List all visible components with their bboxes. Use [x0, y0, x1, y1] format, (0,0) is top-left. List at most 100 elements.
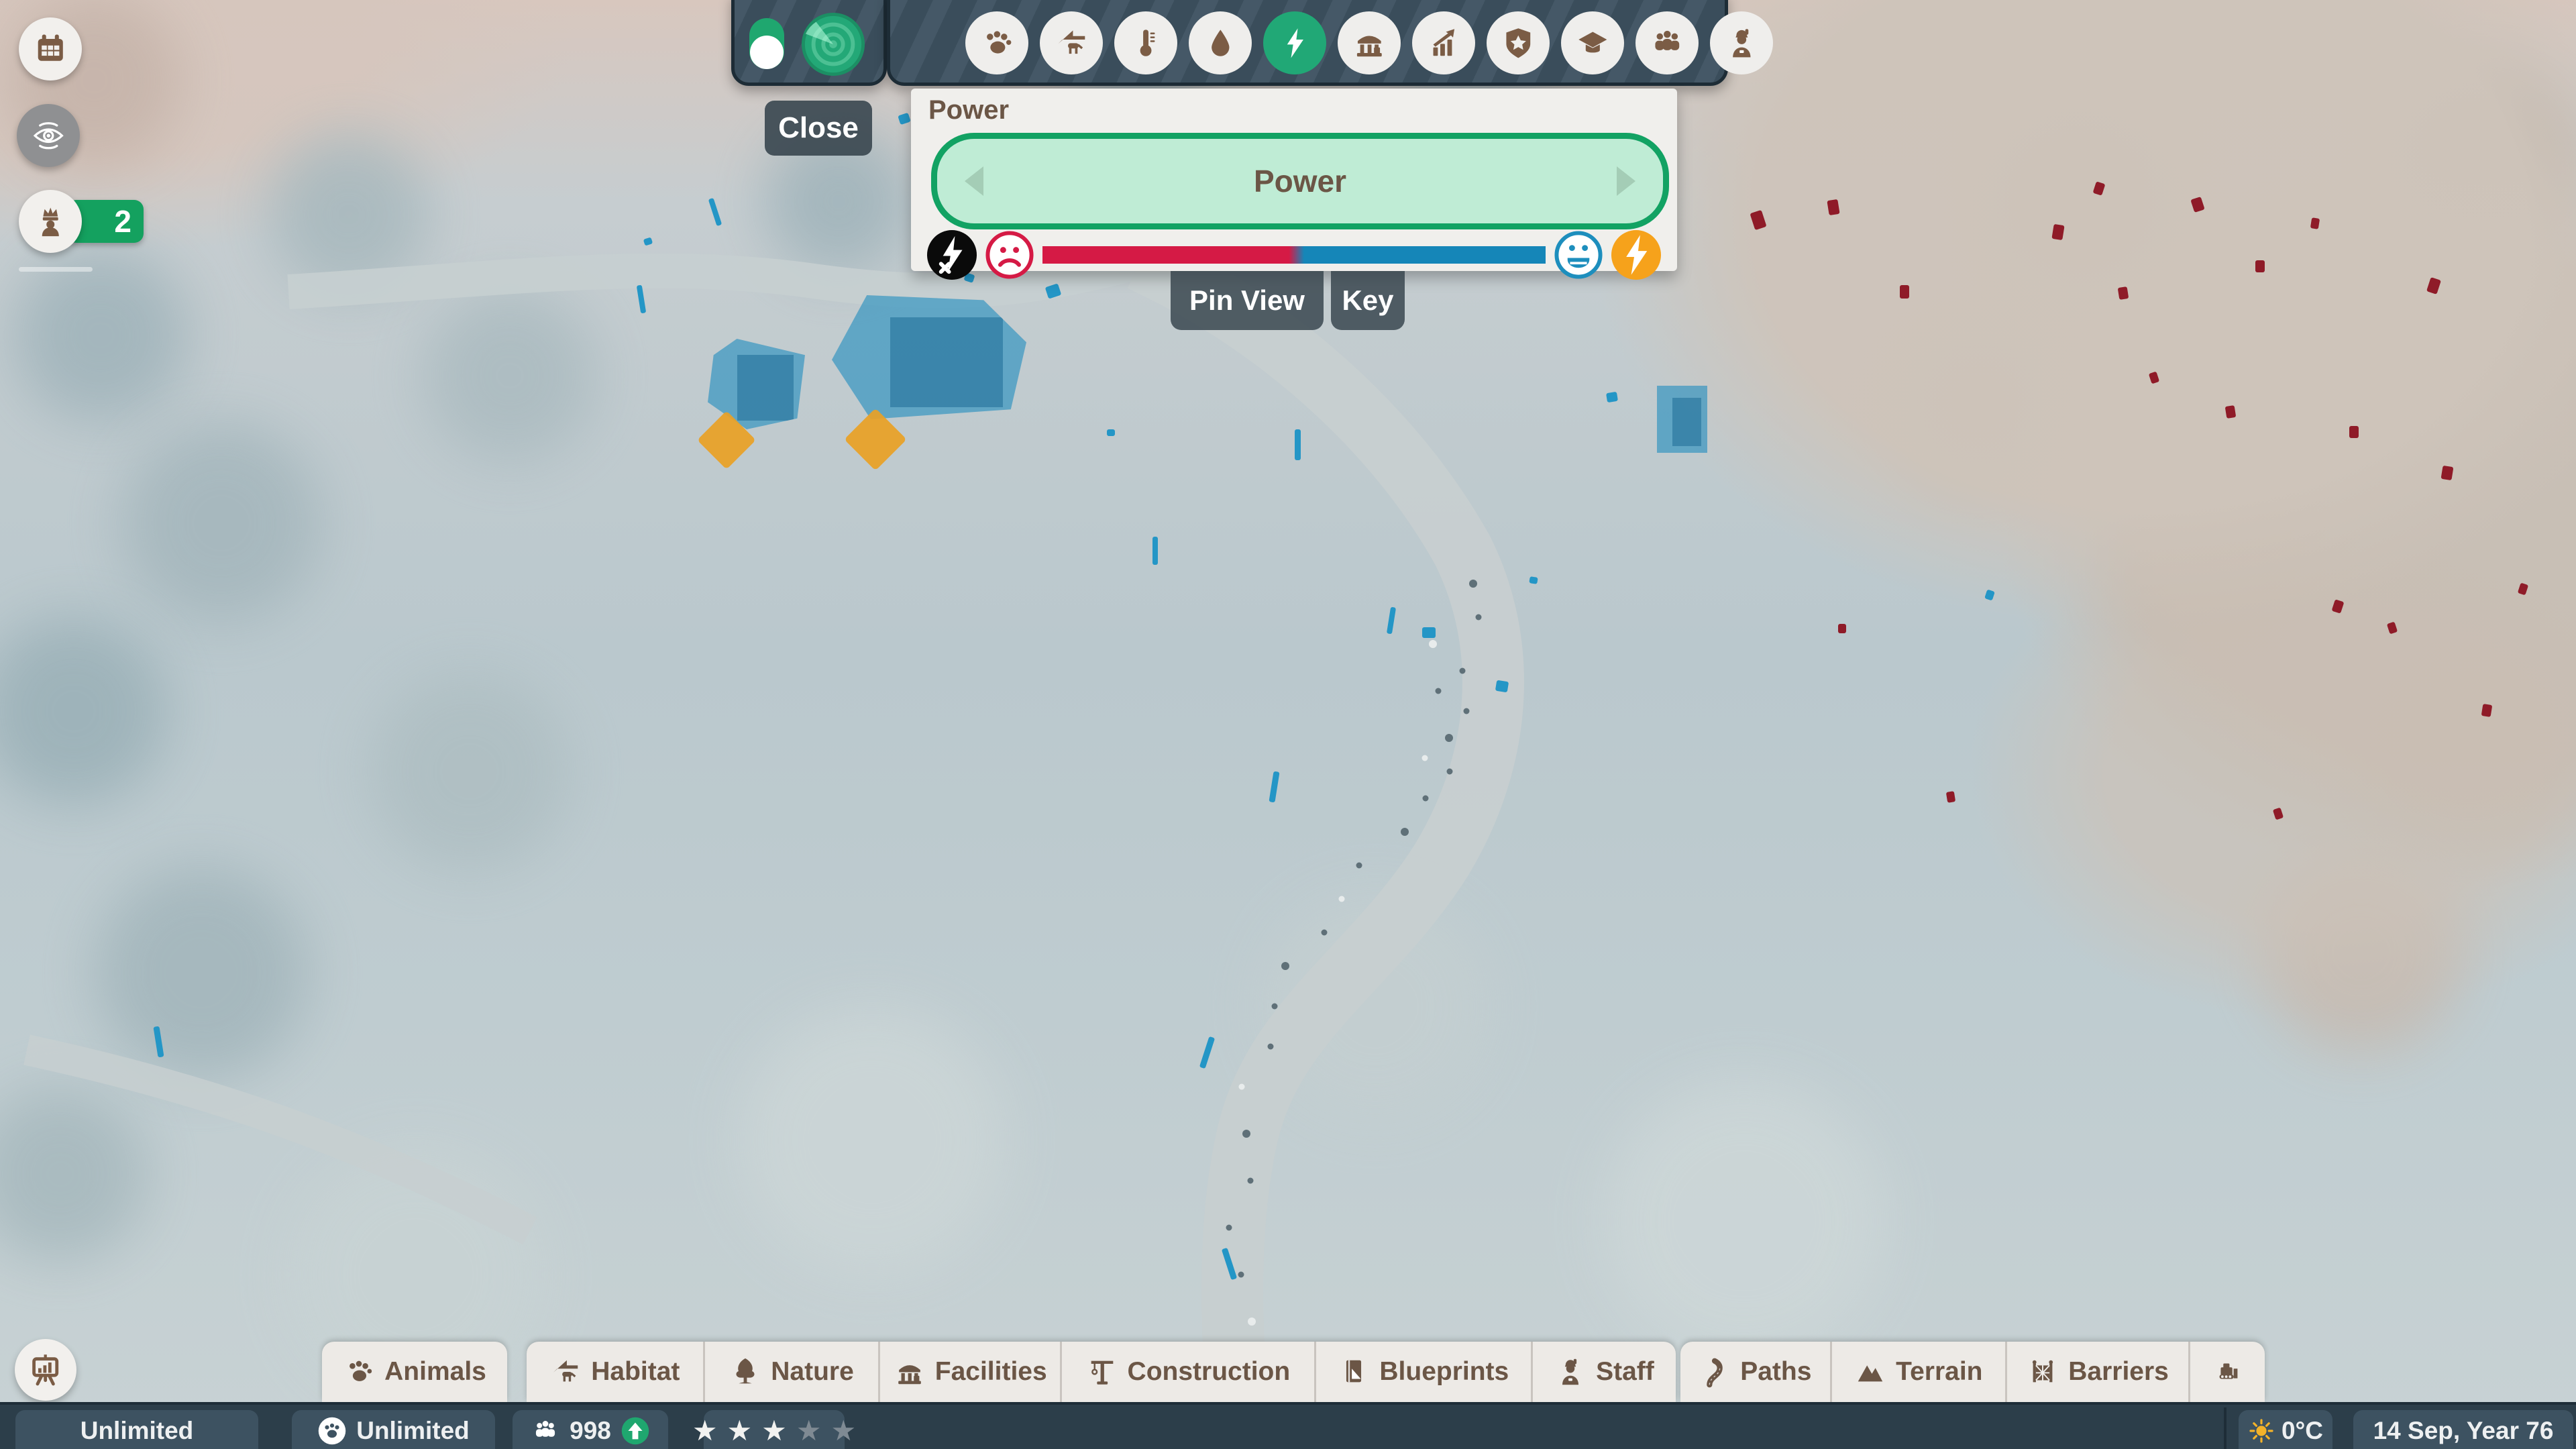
unpowered-object-marker [2310, 217, 2320, 229]
sun-icon [2248, 1417, 2275, 1444]
key-button[interactable]: Key [1331, 271, 1405, 330]
heatmap-toggle-panel [731, 0, 887, 86]
tab-label: Blueprints [1379, 1357, 1509, 1387]
selector-prev-button[interactable] [937, 139, 1011, 223]
radar-icon [800, 11, 866, 77]
water-heatmap-button[interactable] [1189, 11, 1252, 74]
powered-object-marker [1295, 429, 1301, 460]
tab-paths[interactable]: Paths [1680, 1342, 1830, 1402]
tab-terrain[interactable]: Terrain [1830, 1342, 2005, 1402]
unhappy-face-icon [985, 230, 1034, 280]
money-tile[interactable]: Unlimited [15, 1410, 258, 1449]
tab-label: Nature [771, 1357, 854, 1387]
conservation-credits-tile[interactable]: Unlimited [292, 1410, 495, 1449]
tab-blueprints[interactable]: Blueprints [1314, 1342, 1531, 1402]
facilities-heatmap-button[interactable] [1338, 11, 1401, 74]
unpowered-object-marker [2225, 405, 2237, 419]
staff-icon [1724, 25, 1760, 61]
toolbar-group-animals: Animals [322, 1342, 507, 1402]
zoo-info-button[interactable] [15, 1339, 76, 1401]
staff-heatmap-button[interactable] [1710, 11, 1773, 74]
conservation-value: Unlimited [356, 1417, 470, 1445]
game-viewport[interactable]: 2 Close Power [0, 0, 2576, 1449]
unpowered-object-marker [2481, 704, 2493, 717]
selector-next-button[interactable] [1589, 139, 1663, 223]
powered-building-highlight [832, 295, 1026, 419]
shelter-icon [549, 1356, 582, 1388]
drop-icon [1203, 25, 1238, 61]
unpowered-object-marker [1838, 624, 1846, 633]
security-heatmap-button[interactable] [1487, 11, 1550, 74]
power-legend-button[interactable] [1611, 230, 1661, 280]
unpowered-object-marker [1827, 199, 1839, 215]
unpowered-object-marker [2441, 466, 2454, 480]
tab-label: Facilities [935, 1357, 1047, 1387]
tab-staff[interactable]: Staff [1531, 1342, 1676, 1402]
powered-building-highlight [1657, 386, 1707, 453]
tab-label: Construction [1128, 1357, 1291, 1387]
facility-icon [1352, 25, 1387, 61]
money-value: Unlimited [80, 1417, 194, 1445]
park-rating-tile[interactable]: ★★★★★ [704, 1410, 845, 1449]
calendar-icon [32, 31, 69, 68]
heatmap-radar-button[interactable] [800, 11, 866, 77]
staffcap-icon [1554, 1356, 1587, 1388]
tab-construction[interactable]: Construction [1060, 1342, 1314, 1402]
heatmap-info-panel: Power Power [911, 89, 1677, 271]
shelter-icon [1054, 25, 1089, 61]
heatmap-toggle[interactable] [749, 18, 784, 69]
key-label: Key [1342, 284, 1393, 317]
power-heatmap-button[interactable] [1263, 11, 1326, 74]
pin-view-label: Pin View [1189, 284, 1305, 317]
chevron-right-icon [1614, 165, 1638, 197]
habitats-heatmap-button[interactable] [1040, 11, 1103, 74]
guests-heatmap-button[interactable] [1635, 11, 1699, 74]
powered-object-marker [1152, 537, 1158, 565]
calendar-button[interactable] [19, 17, 82, 80]
guest-count-value: 998 [570, 1417, 611, 1445]
toggle-knob [750, 36, 784, 69]
finance-heatmap-button[interactable] [1412, 11, 1475, 74]
heatmap-selector[interactable]: Power [931, 133, 1669, 229]
unpowered-object-marker [1946, 791, 1955, 803]
unpowered-object-marker [2349, 426, 2359, 438]
tab-facilities[interactable]: Facilities [878, 1342, 1060, 1402]
tab-animals[interactable]: Animals [322, 1342, 507, 1402]
rating-star: ★ [727, 1417, 753, 1445]
guest-count-tile[interactable]: 998 [513, 1410, 668, 1449]
tab-habitat[interactable]: Habitat [527, 1342, 703, 1402]
visibility-button[interactable] [17, 104, 80, 167]
eye-icon [30, 117, 67, 154]
bolt-icon [1277, 25, 1313, 61]
unpowered-object-marker [1900, 285, 1909, 299]
powered-object-marker [1495, 680, 1509, 693]
close-tooltip-label: Close [778, 111, 859, 145]
tab-label: Terrain [1896, 1357, 1982, 1387]
tab-label: Paths [1740, 1357, 1811, 1387]
tab-barriers[interactable]: Barriers [2005, 1342, 2188, 1402]
finance-icon [1426, 25, 1462, 61]
close-tooltip: Close [765, 101, 872, 156]
guests-icon [1650, 25, 1685, 61]
pin-view-button[interactable]: Pin View [1171, 271, 1324, 330]
challenges-button[interactable] [19, 190, 82, 253]
paw-circle-icon [317, 1416, 347, 1446]
weather-tile[interactable]: 0°C [2239, 1410, 2332, 1449]
animals-heatmap-button[interactable] [965, 11, 1028, 74]
powered-object-marker [1606, 392, 1618, 402]
no-power-icon [927, 230, 977, 280]
heatmap-selected-label: Power [1254, 163, 1346, 199]
notification-hint [19, 267, 93, 272]
tab-nature[interactable]: Nature [703, 1342, 879, 1402]
heatmap-gradient-bar [1042, 246, 1546, 264]
tab-label: Habitat [591, 1357, 680, 1387]
unpowered-object-marker [2051, 224, 2064, 240]
tab-bulldozer[interactable] [2188, 1342, 2265, 1402]
temperature-heatmap-button[interactable] [1114, 11, 1177, 74]
guests-icon [531, 1416, 560, 1446]
rating-star: ★ [761, 1417, 787, 1445]
statusbar-divider [2224, 1407, 2226, 1449]
education-heatmap-button[interactable] [1561, 11, 1624, 74]
heatmap-title: Power [928, 95, 1009, 125]
facility-icon [894, 1356, 926, 1388]
